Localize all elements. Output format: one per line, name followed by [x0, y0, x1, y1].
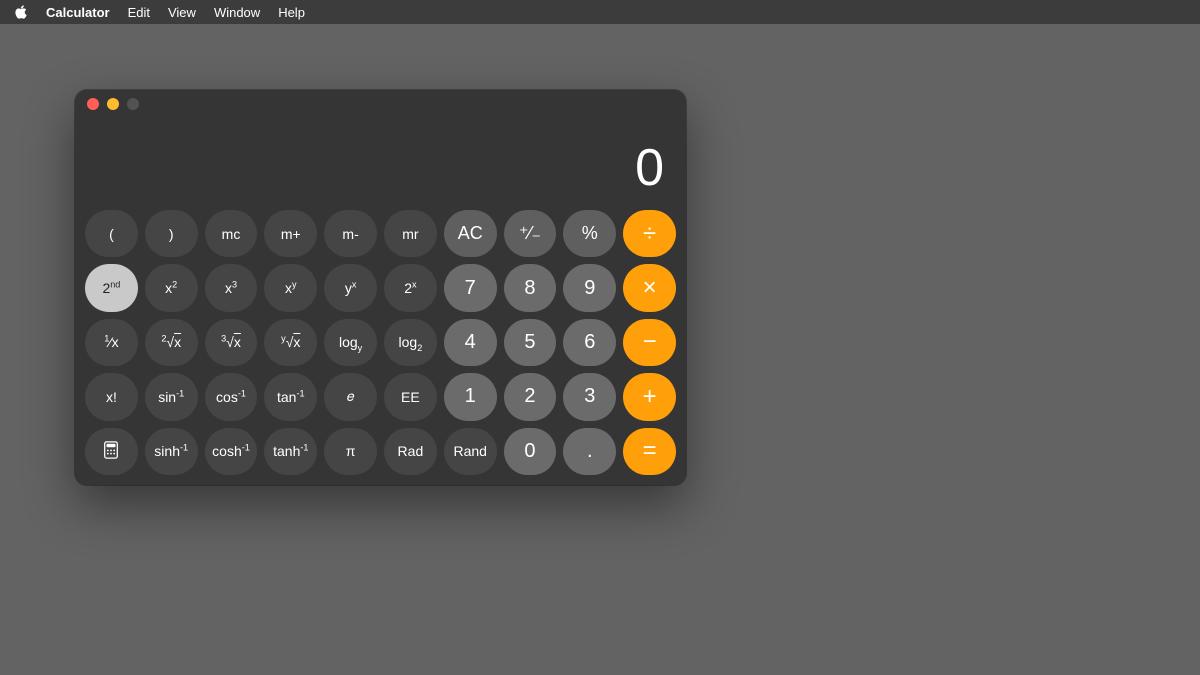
menubar: Calculator Edit View Window Help	[0, 0, 1200, 24]
key-x-squared[interactable]: x2	[145, 264, 198, 311]
key-right-paren[interactable]: )	[145, 210, 198, 257]
key-x-squared-label: x2	[165, 280, 177, 296]
key-y-root-label: y√x	[281, 334, 300, 350]
key-square-root-label: 2√x	[161, 334, 181, 350]
key-1[interactable]: 1	[444, 373, 497, 420]
key-acos[interactable]: cos-1	[205, 373, 258, 420]
key-4[interactable]: 4	[444, 319, 497, 366]
menu-window[interactable]: Window	[214, 5, 260, 20]
key-rad[interactable]: Rad	[384, 428, 437, 475]
key-percent[interactable]: %	[563, 210, 616, 257]
key-square-root[interactable]: 2√x	[145, 319, 198, 366]
key-y-power-x-label: yx	[345, 280, 357, 296]
key-mr[interactable]: mr	[384, 210, 437, 257]
key-8[interactable]: 8	[504, 264, 557, 311]
window-minimize-button[interactable]	[107, 98, 119, 110]
window-close-button[interactable]	[87, 98, 99, 110]
menu-edit[interactable]: Edit	[128, 5, 150, 20]
key-ac[interactable]: AC	[444, 210, 497, 257]
key-atan-label: tan-1	[277, 389, 305, 405]
key-left-paren[interactable]: (	[85, 210, 138, 257]
keypad: ( ) mc m+ m- mr AC ⁺⁄₋ % ÷ 2nd x2 x3 xy …	[75, 210, 686, 485]
key-acosh-label: cosh-1	[212, 443, 250, 459]
key-decimal[interactable]: .	[563, 428, 616, 475]
key-asinh-label: sinh-1	[154, 443, 188, 459]
key-ee[interactable]: EE	[384, 373, 437, 420]
key-asin[interactable]: sin-1	[145, 373, 198, 420]
key-multiply[interactable]: ×	[623, 264, 676, 311]
key-7[interactable]: 7	[444, 264, 497, 311]
key-y-root[interactable]: y√x	[264, 319, 317, 366]
key-e[interactable]: 𝑒	[324, 373, 377, 420]
key-atanh-label: tanh-1	[273, 443, 308, 459]
calculator-window: 0 ( ) mc m+ m- mr AC ⁺⁄₋ % ÷ 2nd x2 x3 x…	[75, 90, 686, 485]
key-x-power-y-label: xy	[285, 280, 297, 296]
key-cube-root[interactable]: 3√x	[205, 319, 258, 366]
key-x-cubed[interactable]: x3	[205, 264, 258, 311]
menu-view[interactable]: View	[168, 5, 196, 20]
key-rand[interactable]: Rand	[444, 428, 497, 475]
key-0[interactable]: 0	[504, 428, 557, 475]
key-calculator-mode[interactable]	[85, 428, 138, 475]
menu-help[interactable]: Help	[278, 5, 305, 20]
key-asinh[interactable]: sinh-1	[145, 428, 198, 475]
key-5[interactable]: 5	[504, 319, 557, 366]
key-log-2-label: log2	[399, 334, 423, 350]
key-plus[interactable]: +	[623, 373, 676, 420]
key-minus[interactable]: −	[623, 319, 676, 366]
key-factorial[interactable]: x!	[85, 373, 138, 420]
key-acos-label: cos-1	[216, 389, 246, 405]
key-6[interactable]: 6	[563, 319, 616, 366]
key-3[interactable]: 3	[563, 373, 616, 420]
menubar-app-name[interactable]: Calculator	[46, 5, 110, 20]
key-log-2[interactable]: log2	[384, 319, 437, 366]
calculator-icon	[103, 441, 119, 462]
key-x-cubed-label: x3	[225, 280, 237, 296]
calculator-display: 0	[75, 118, 686, 210]
key-2nd-label: 2nd	[102, 280, 120, 296]
key-2-power-x[interactable]: 2x	[384, 264, 437, 311]
key-sign[interactable]: ⁺⁄₋	[504, 210, 557, 257]
key-2-power-x-label: 2x	[404, 280, 416, 296]
apple-logo-icon[interactable]	[14, 5, 28, 19]
key-atanh[interactable]: tanh-1	[264, 428, 317, 475]
key-asin-label: sin-1	[158, 389, 184, 405]
key-reciprocal[interactable]: 1⁄x	[85, 319, 138, 366]
key-equals[interactable]: =	[623, 428, 676, 475]
key-mc[interactable]: mc	[205, 210, 258, 257]
key-cube-root-label: 3√x	[221, 334, 241, 350]
key-log-y-label: logy	[339, 334, 362, 350]
key-m-plus[interactable]: m+	[264, 210, 317, 257]
key-x-power-y[interactable]: xy	[264, 264, 317, 311]
key-y-power-x[interactable]: yx	[324, 264, 377, 311]
key-log-y[interactable]: logy	[324, 319, 377, 366]
key-divide[interactable]: ÷	[623, 210, 676, 257]
titlebar	[75, 90, 686, 118]
key-9[interactable]: 9	[563, 264, 616, 311]
key-pi[interactable]: π	[324, 428, 377, 475]
key-atan[interactable]: tan-1	[264, 373, 317, 420]
key-reciprocal-label: 1⁄x	[104, 334, 118, 350]
key-2[interactable]: 2	[504, 373, 557, 420]
key-m-minus[interactable]: m-	[324, 210, 377, 257]
key-2nd[interactable]: 2nd	[85, 264, 138, 311]
key-acosh[interactable]: cosh-1	[205, 428, 258, 475]
window-zoom-button[interactable]	[127, 98, 139, 110]
